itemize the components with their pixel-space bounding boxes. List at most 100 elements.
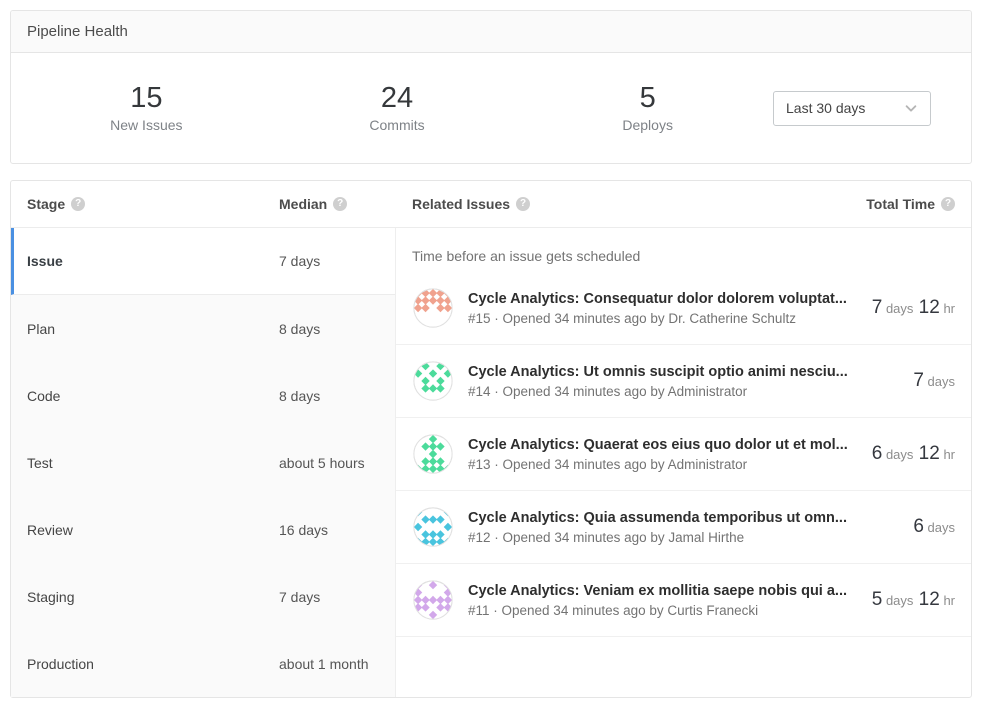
total-time-value: 7: [872, 297, 883, 318]
stage-name: Review: [27, 522, 279, 538]
related-issues-help-icon[interactable]: ?: [516, 197, 530, 211]
table-body: Issue7 daysPlan8 daysCode8 daysTestabout…: [11, 228, 971, 697]
issue-list: Cycle Analytics: Consequatur dolor dolor…: [396, 272, 971, 637]
total-time-value: 7: [913, 370, 924, 391]
stage-help-icon[interactable]: ?: [71, 197, 85, 211]
stage-scope-description: Time before an issue gets scheduled: [396, 228, 971, 272]
stage-median: about 1 month: [279, 656, 369, 672]
total-time-value: 12: [913, 443, 939, 464]
column-header-median: Median ?: [279, 196, 347, 212]
summary-stats-row: 15 New Issues 24 Commits 5 Deploys Last …: [11, 53, 971, 163]
stage-row-staging[interactable]: Staging7 days: [11, 563, 395, 630]
stage-name: Staging: [27, 589, 279, 605]
author-avatar-identicon: [412, 506, 454, 548]
stat-commits-value: 24: [272, 83, 523, 115]
issue-title-link[interactable]: Cycle Analytics: Ut omnis suscipit optio…: [468, 364, 899, 380]
issue-list-item[interactable]: Cycle Analytics: Veniam ex mollitia saep…: [396, 564, 971, 637]
table-header-right: Related Issues ? Total Time ?: [396, 196, 971, 212]
stage-median: 16 days: [279, 522, 328, 538]
stat-deploys-label: Deploys: [522, 117, 773, 133]
total-time-value: 6: [872, 443, 883, 464]
issue-list-item[interactable]: Cycle Analytics: Quaerat eos eius quo do…: [396, 418, 971, 491]
total-time-value: 5: [872, 589, 883, 610]
issue-summary: Cycle Analytics: Consequatur dolor dolor…: [468, 291, 858, 326]
pipeline-health-page: Pipeline Health 15 New Issues 24 Commits…: [0, 0, 982, 705]
stage-row-issue[interactable]: Issue7 days: [11, 228, 395, 295]
issue-total-time: 5 days 12 hr: [872, 589, 955, 611]
stage-median: 8 days: [279, 321, 320, 337]
total-time-unit: hr: [940, 447, 955, 462]
issue-title-link[interactable]: Cycle Analytics: Veniam ex mollitia saep…: [468, 583, 858, 599]
cycle-analytics-card: Stage ? Median ? Related Issues ? Total …: [10, 180, 972, 698]
stage-median: 7 days: [279, 253, 320, 269]
chevron-down-icon: [904, 101, 918, 115]
total-time-value: 6: [913, 516, 924, 537]
issue-meta: #15 · Opened 34 minutes ago by Dr. Cathe…: [468, 311, 858, 326]
stat-deploys: 5 Deploys: [522, 83, 773, 134]
issue-summary: Cycle Analytics: Quaerat eos eius quo do…: [468, 437, 858, 472]
stage-row-code[interactable]: Code8 days: [11, 362, 395, 429]
stage-list: Issue7 daysPlan8 daysCode8 daysTestabout…: [11, 228, 396, 697]
stat-deploys-value: 5: [522, 83, 773, 115]
column-header-stage: Stage ?: [27, 196, 279, 212]
total-time-value: 12: [913, 589, 939, 610]
issue-list-item[interactable]: Cycle Analytics: Ut omnis suscipit optio…: [396, 345, 971, 418]
stage-row-production[interactable]: Productionabout 1 month: [11, 630, 395, 697]
issue-total-time: 6 days: [913, 516, 955, 538]
stat-new-issues: 15 New Issues: [21, 83, 272, 134]
column-header-total-time: Total Time ?: [866, 196, 955, 212]
author-avatar-identicon: [412, 579, 454, 621]
stage-name: Plan: [27, 321, 279, 337]
issue-list-item[interactable]: Cycle Analytics: Consequatur dolor dolor…: [396, 272, 971, 345]
author-avatar-identicon: [412, 360, 454, 402]
total-time-help-icon[interactable]: ?: [941, 197, 955, 211]
stage-median: 8 days: [279, 388, 320, 404]
issue-total-time: 7 days: [913, 370, 955, 392]
total-time-unit: days: [924, 374, 955, 389]
stage-median: 7 days: [279, 589, 320, 605]
issue-title-link[interactable]: Cycle Analytics: Consequatur dolor dolor…: [468, 291, 858, 307]
issue-meta: #11 · Opened 34 minutes ago by Curtis Fr…: [468, 603, 858, 618]
table-header-row: Stage ? Median ? Related Issues ? Total …: [11, 181, 971, 228]
issue-summary: Cycle Analytics: Ut omnis suscipit optio…: [468, 364, 899, 399]
issue-title-link[interactable]: Cycle Analytics: Quaerat eos eius quo do…: [468, 437, 858, 453]
total-time-header-label: Total Time: [866, 196, 935, 212]
total-time-unit: days: [924, 520, 955, 535]
issue-meta: #13 · Opened 34 minutes ago by Administr…: [468, 457, 858, 472]
table-header-left: Stage ? Median ?: [11, 196, 396, 212]
column-header-related-issues: Related Issues ?: [412, 196, 530, 212]
median-header-label: Median: [279, 196, 327, 212]
issue-list-item[interactable]: Cycle Analytics: Quia assumenda temporib…: [396, 491, 971, 564]
stage-name: Production: [27, 656, 279, 672]
median-help-icon[interactable]: ?: [333, 197, 347, 211]
stat-commits-label: Commits: [272, 117, 523, 133]
issue-summary: Cycle Analytics: Quia assumenda temporib…: [468, 510, 899, 545]
stage-name: Code: [27, 388, 279, 404]
stage-header-label: Stage: [27, 196, 65, 212]
issue-title-link[interactable]: Cycle Analytics: Quia assumenda temporib…: [468, 510, 899, 526]
total-time-unit: days: [882, 301, 913, 316]
stat-commits: 24 Commits: [272, 83, 523, 134]
panel-title: Pipeline Health: [11, 11, 971, 53]
stage-median: about 5 hours: [279, 455, 365, 471]
author-avatar-identicon: [412, 433, 454, 475]
stat-new-issues-label: New Issues: [21, 117, 272, 133]
stage-row-plan[interactable]: Plan8 days: [11, 295, 395, 362]
date-range-dropdown[interactable]: Last 30 days: [773, 91, 931, 126]
issue-summary: Cycle Analytics: Veniam ex mollitia saep…: [468, 583, 858, 618]
issue-meta: #14 · Opened 34 minutes ago by Administr…: [468, 384, 899, 399]
related-issues-panel: Time before an issue gets scheduled Cycl…: [396, 228, 971, 697]
stage-name: Test: [27, 455, 279, 471]
total-time-unit: days: [882, 593, 913, 608]
total-time-unit: hr: [940, 593, 955, 608]
stage-row-test[interactable]: Testabout 5 hours: [11, 429, 395, 496]
stage-name: Issue: [27, 253, 279, 269]
total-time-value: 12: [913, 297, 939, 318]
related-issues-header-label: Related Issues: [412, 196, 510, 212]
date-range-value: Last 30 days: [786, 100, 865, 116]
stage-row-review[interactable]: Review16 days: [11, 496, 395, 563]
stat-new-issues-value: 15: [21, 83, 272, 115]
issue-total-time: 6 days 12 hr: [872, 443, 955, 465]
issue-total-time: 7 days 12 hr: [872, 297, 955, 319]
issue-meta: #12 · Opened 34 minutes ago by Jamal Hir…: [468, 530, 899, 545]
